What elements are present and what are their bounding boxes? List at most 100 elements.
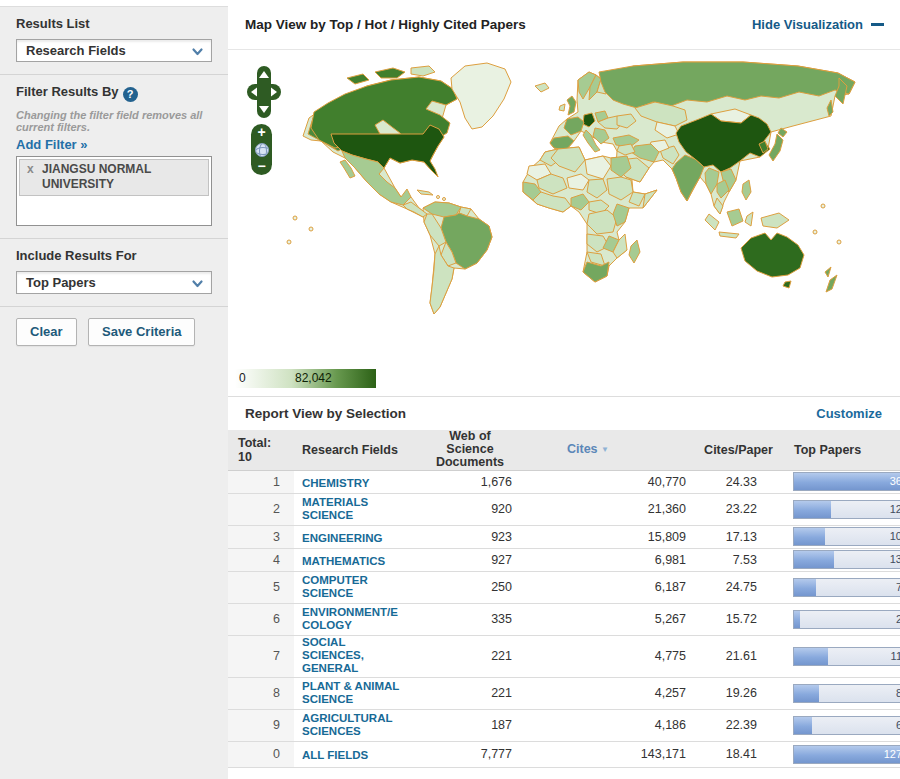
row-rank: 1 xyxy=(228,470,294,493)
research-field-link[interactable]: ALL FIELDS xyxy=(302,749,368,762)
globe-icon[interactable] xyxy=(255,143,269,157)
sidebar: Results List Research Fields Filter Resu… xyxy=(0,6,228,779)
top-papers-bar: 10 xyxy=(793,527,900,546)
top-papers-bar-fill xyxy=(794,685,819,702)
page: Results List Research Fields Filter Resu… xyxy=(0,0,900,779)
filter-by-heading: Filter Results By? xyxy=(16,84,212,102)
row-docs-value: 927 xyxy=(412,548,516,571)
top-papers-bar-fill xyxy=(794,611,800,628)
row-docs-value: 250 xyxy=(412,571,516,603)
results-list-heading: Results List xyxy=(16,16,212,31)
top-papers-bar-fill xyxy=(794,473,900,490)
map-area: + − 0 82,042 xyxy=(228,50,900,397)
row-rank: 4 xyxy=(228,548,294,571)
results-list-select[interactable]: Research Fields xyxy=(16,39,212,62)
row-docs-value: 1,676 xyxy=(412,470,516,493)
map-zoom-control[interactable]: + − xyxy=(251,124,272,175)
filter-list-box: x JIANGSU NORMAL UNIVERSITY xyxy=(16,156,212,226)
column-header-cites[interactable]: Cites ▼ xyxy=(516,430,690,470)
row-cites-value: 6,187 xyxy=(516,571,690,603)
top-papers-bar: 8 xyxy=(793,684,900,703)
report-header: Report View by Selection Customize xyxy=(228,397,900,430)
map-header: Map View by Top / Hot / Highly Cited Pap… xyxy=(228,0,900,50)
table-header-row: Total:10 Research Fields Web of Science … xyxy=(228,430,900,470)
row-cites-value: 15,809 xyxy=(516,525,690,548)
chevron-down-icon xyxy=(192,280,203,288)
research-field-link[interactable]: ENVIRONMENT/E COLOGY xyxy=(302,606,398,632)
table-row: 4 MATHEMATICS 927 6,981 7.53 13 xyxy=(228,548,900,571)
top-papers-bar: 12 xyxy=(793,500,900,519)
column-header-top-papers[interactable]: Top Papers xyxy=(787,430,900,470)
table-row: 3 ENGINEERING 923 15,809 17.13 10 xyxy=(228,525,900,548)
top-papers-bar-fill xyxy=(794,648,828,665)
research-field-link[interactable]: SOCIAL SCIENCES, GENERAL xyxy=(302,636,364,675)
top-papers-bar: 6 xyxy=(793,716,900,735)
row-cites-value: 4,775 xyxy=(516,635,690,677)
help-icon[interactable]: ? xyxy=(123,87,138,102)
top-papers-value: 7 xyxy=(896,581,900,593)
row-cites-per-paper-value: 24.33 xyxy=(690,470,787,493)
sort-desc-icon: ▼ xyxy=(601,445,609,454)
table-row: 5 COMPUTER SCIENCE 250 6,187 24.75 7 xyxy=(228,571,900,603)
research-field-link[interactable]: MATERIALS SCIENCE xyxy=(302,496,368,522)
save-criteria-button[interactable]: Save Criteria xyxy=(88,318,196,346)
row-docs-value: 221 xyxy=(412,635,516,677)
research-field-link[interactable]: MATHEMATICS xyxy=(302,555,385,568)
top-papers-bar: 127 xyxy=(793,745,900,764)
remove-filter-icon[interactable]: x xyxy=(27,162,34,177)
top-papers-value: 2 xyxy=(896,613,900,625)
row-rank: 9 xyxy=(228,709,294,741)
row-cites-per-paper-value: 18.41 xyxy=(690,741,787,767)
results-list-section: Results List Research Fields xyxy=(0,7,228,75)
research-field-link[interactable]: CHEMISTRY xyxy=(302,477,369,490)
column-header-wos-documents[interactable]: Web of Science Documents xyxy=(412,430,516,470)
filter-section: Filter Results By? Changing the filter f… xyxy=(0,75,228,239)
table-row: 0 ALL FIELDS 7,777 143,171 18.41 127 xyxy=(228,741,900,767)
map-pan-control[interactable] xyxy=(247,66,281,118)
include-results-value: Top Papers xyxy=(26,275,96,290)
zoom-out-icon[interactable]: − xyxy=(257,160,265,173)
row-cites-per-paper-value: 19.26 xyxy=(690,677,787,709)
top-papers-value: 127 xyxy=(884,748,900,760)
filter-tag[interactable]: x JIANGSU NORMAL UNIVERSITY xyxy=(19,159,209,196)
row-cites-per-paper-value: 21.61 xyxy=(690,635,787,677)
sidebar-buttons: Clear Save Criteria xyxy=(0,307,228,357)
top-papers-bar-fill xyxy=(794,528,825,545)
customize-link[interactable]: Customize xyxy=(816,406,882,421)
row-cites-value: 143,171 xyxy=(516,741,690,767)
report-table: Total:10 Research Fields Web of Science … xyxy=(228,430,900,768)
zoom-in-icon[interactable]: + xyxy=(257,126,265,139)
column-header-cites-per-paper[interactable]: Cites/Paper xyxy=(690,430,787,470)
filter-note: Changing the filter field removes all cu… xyxy=(16,109,212,133)
research-field-link[interactable]: ENGINEERING xyxy=(302,532,383,545)
world-map[interactable] xyxy=(283,56,893,356)
research-field-link[interactable]: PLANT & ANIMAL SCIENCE xyxy=(302,680,399,706)
row-cites-value: 5,267 xyxy=(516,603,690,635)
row-cites-value: 4,257 xyxy=(516,677,690,709)
include-results-select[interactable]: Top Papers xyxy=(16,271,212,294)
top-papers-bar: 11 xyxy=(793,647,900,666)
table-row: 1 CHEMISTRY 1,676 40,770 24.33 36 xyxy=(228,470,900,493)
include-results-heading: Include Results For xyxy=(16,248,212,263)
add-filter-link[interactable]: Add Filter » xyxy=(16,137,212,152)
top-papers-bar-fill xyxy=(794,551,834,568)
top-papers-value: 36 xyxy=(890,475,900,487)
column-header-research-fields[interactable]: Research Fields xyxy=(294,430,412,470)
research-field-link[interactable]: COMPUTER SCIENCE xyxy=(302,574,368,600)
row-cites-per-paper-value: 22.39 xyxy=(690,709,787,741)
row-rank: 3 xyxy=(228,525,294,548)
legend-max-value: 82,042 xyxy=(295,371,332,385)
top-papers-value: 13 xyxy=(890,553,900,565)
hide-visualization-link[interactable]: Hide Visualization xyxy=(752,17,884,32)
top-papers-bar-fill xyxy=(794,717,812,734)
clear-button[interactable]: Clear xyxy=(16,318,77,346)
report-view-title: Report View by Selection xyxy=(245,406,406,421)
top-papers-bar: 36 xyxy=(793,472,900,491)
map-legend: 0 82,042 xyxy=(235,369,376,388)
research-field-link[interactable]: AGRICULTURAL SCIENCES xyxy=(302,712,393,738)
row-cites-per-paper-value: 17.13 xyxy=(690,525,787,548)
top-papers-value: 10 xyxy=(890,530,900,542)
row-cites-per-paper-value: 24.75 xyxy=(690,571,787,603)
row-rank: 8 xyxy=(228,677,294,709)
top-papers-bar: 13 xyxy=(793,550,900,569)
